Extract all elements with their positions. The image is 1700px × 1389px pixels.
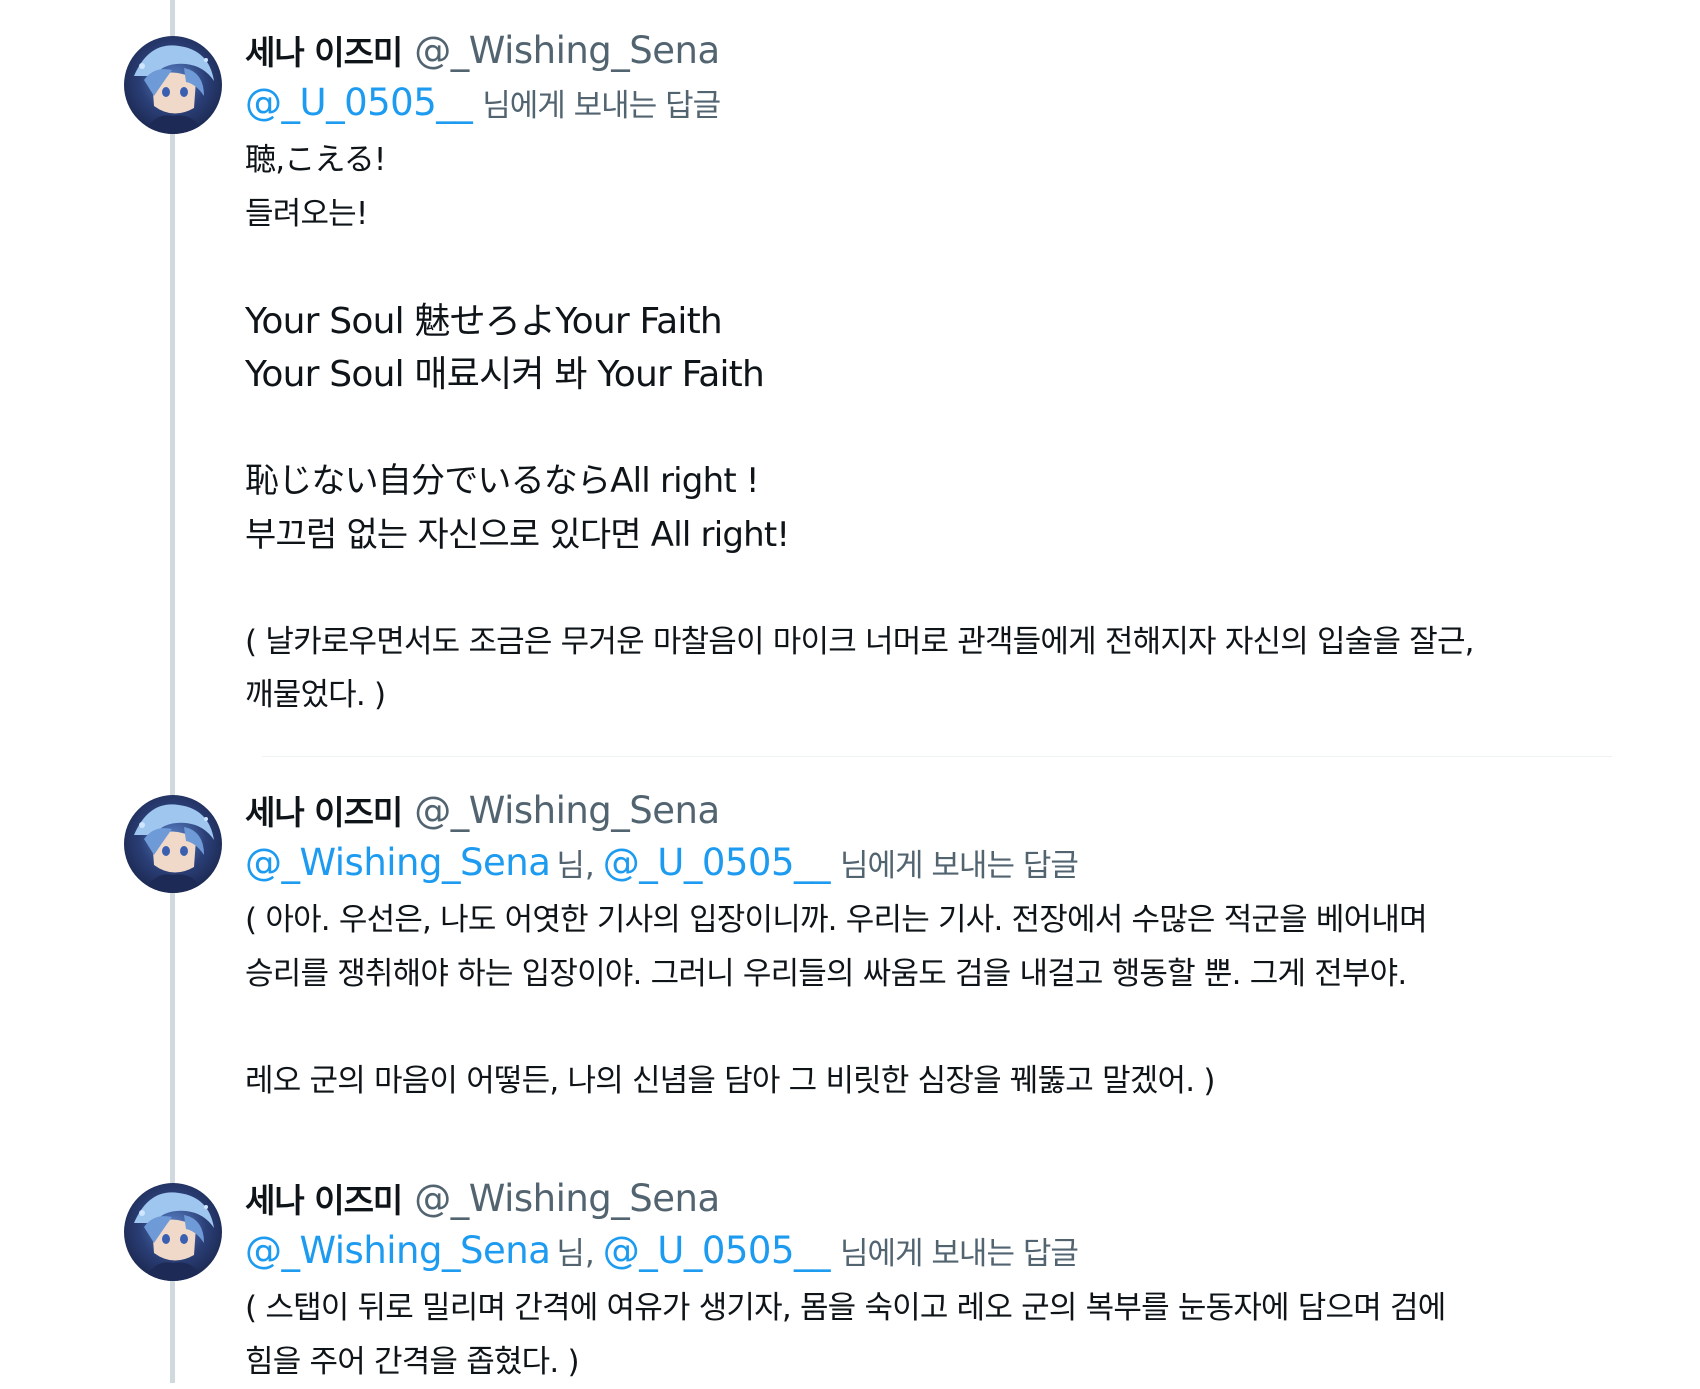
reply-mention-separator: 님,: [556, 1228, 594, 1273]
tweet-text-line: Your Soul 魅せろよYour Faith: [245, 295, 1645, 349]
tweet-text-line: 깨물었다. ): [245, 669, 1645, 723]
tweet-header: 세나 이즈미 @_Wishing_Sena: [245, 784, 1645, 836]
tweet-text-line: 레오 군의 마음이 어떻든, 나의 신념을 담아 그 비릿한 심장을 꿰뚫고 말…: [245, 1055, 1645, 1109]
reply-mention-link[interactable]: @_Wishing_Sena: [245, 1229, 550, 1272]
thread-connector-line: [170, 0, 175, 1383]
display-name[interactable]: 세나 이즈미: [245, 786, 402, 834]
tweet-header: 세나 이즈미 @_Wishing_Sena: [245, 1172, 1645, 1224]
tweet-text-line: [245, 562, 1645, 616]
tweet-text: ( 아아. 우선은, 나도 어엿한 기사의 입장이니까. 우리는 기사. 전장에…: [245, 894, 1645, 1108]
reply-mention-link[interactable]: @_U_0505__: [603, 841, 830, 884]
tweet-text-line: 聴,こえる!: [245, 134, 1645, 188]
tweet-text-line: 힘을 주어 간격을 좁혔다. ): [245, 1336, 1645, 1389]
tweet-text: 聴,こえる! 들려오는! Your Soul 魅せろよYour Faith Yo…: [245, 134, 1645, 723]
reply-label: 님에게 보내는 답글: [840, 840, 1078, 885]
reply-mention-link[interactable]: @_U_0505__: [603, 1229, 830, 1272]
reply-context: @_U_0505__ 님에게 보내는 답글: [245, 76, 1645, 128]
reply-mention-separator: 님,: [556, 840, 594, 885]
reply-context: @_Wishing_Sena 님, @_U_0505__ 님에게 보내는 답글: [245, 836, 1645, 888]
tweet-text-line: [245, 1001, 1645, 1055]
avatar[interactable]: [124, 795, 222, 893]
reply-mention-link[interactable]: @_U_0505__: [245, 81, 472, 124]
tweet-text-line: [245, 241, 1645, 295]
tweet-text-line: ( 날카로우면서도 조금은 무거운 마찰음이 마이크 너머로 관객들에게 전해지…: [245, 616, 1645, 670]
reply-label: 님에게 보내는 답글: [840, 1228, 1078, 1273]
tweet-text-line: 부끄럼 없는 자신으로 있다면 All right!: [245, 509, 1645, 563]
tweet-text-line: Your Soul 매료시켜 봐 Your Faith: [245, 348, 1645, 402]
tweet-text-line: 들려오는!: [245, 188, 1645, 242]
tweet-text: ( 스탭이 뒤로 밀리며 간격에 여유가 생기자, 몸을 숙이고 레오 군의 복…: [245, 1282, 1645, 1389]
avatar[interactable]: [124, 1183, 222, 1281]
reply-label: 님에게 보내는 답글: [482, 80, 720, 125]
reply-context: @_Wishing_Sena 님, @_U_0505__ 님에게 보내는 답글: [245, 1224, 1645, 1276]
avatar[interactable]: [124, 36, 222, 134]
display-name[interactable]: 세나 이즈미: [245, 1174, 402, 1222]
tweet-text-line: 승리를 쟁취해야 하는 입장이야. 그러니 우리들의 싸움도 검을 내걸고 행동…: [245, 948, 1645, 1002]
tweet-text-line: ( 스탭이 뒤로 밀리며 간격에 여유가 생기자, 몸을 숙이고 레오 군의 복…: [245, 1282, 1645, 1336]
tweet-text-line: ( 아아. 우선은, 나도 어엿한 기사의 입장이니까. 우리는 기사. 전장에…: [245, 894, 1645, 948]
reply-mention-link[interactable]: @_Wishing_Sena: [245, 841, 550, 884]
user-handle[interactable]: @_Wishing_Sena: [414, 789, 719, 832]
display-name[interactable]: 세나 이즈미: [245, 26, 402, 74]
tweet-divider: [262, 756, 1612, 758]
tweet-header: 세나 이즈미 @_Wishing_Sena: [245, 24, 1645, 76]
tweet-text-line: [245, 402, 1645, 456]
user-handle[interactable]: @_Wishing_Sena: [414, 29, 719, 72]
user-handle[interactable]: @_Wishing_Sena: [414, 1177, 719, 1220]
tweet-text-line: 恥じない自分でいるならAll right !: [245, 455, 1645, 509]
